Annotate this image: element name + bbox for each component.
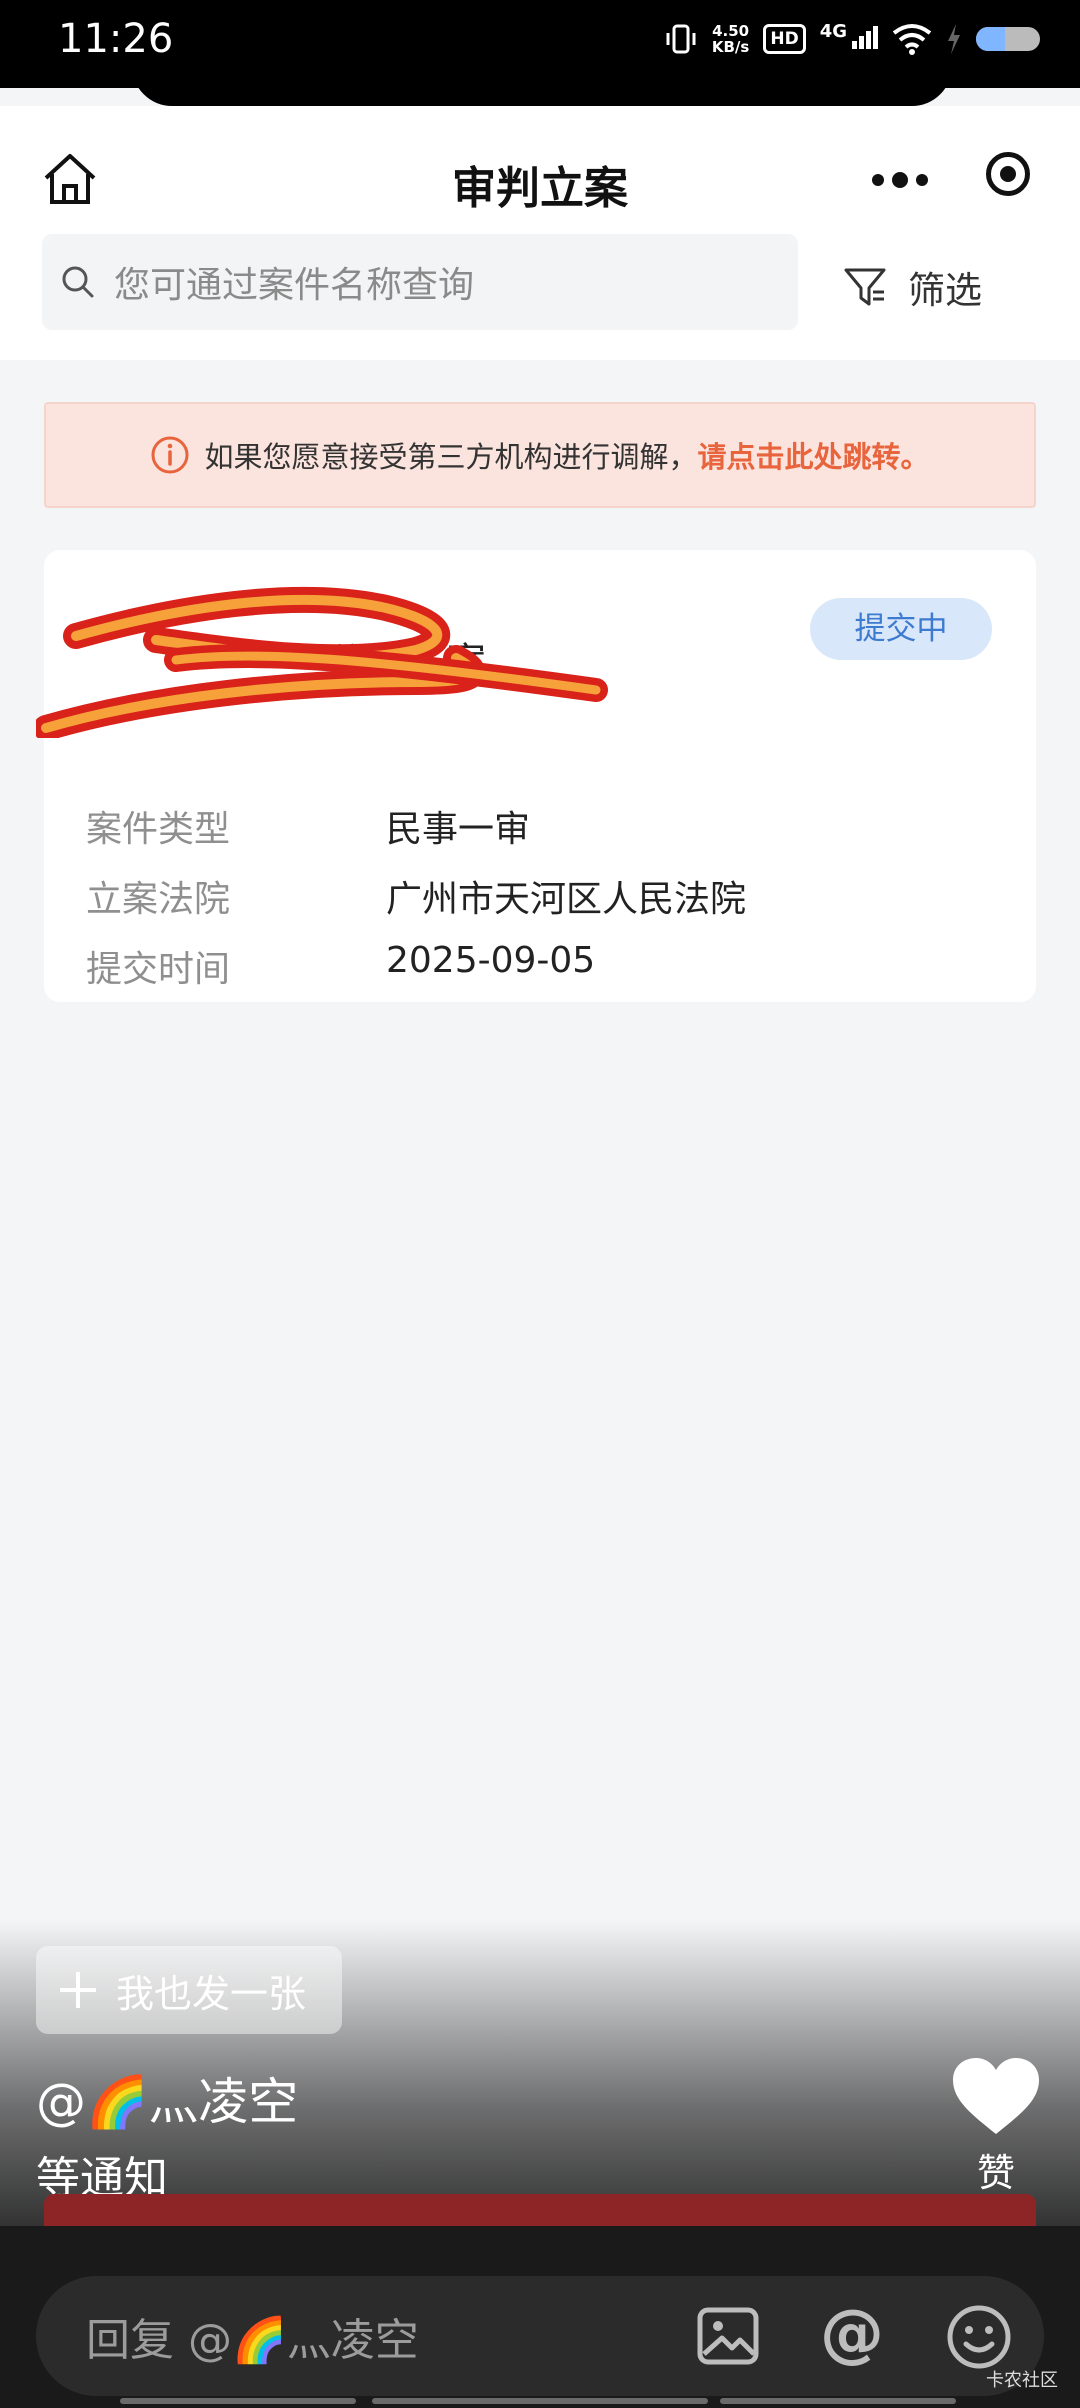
hd-icon: HD — [763, 24, 806, 54]
post-author[interactable]: @🌈灬凌空 — [36, 2062, 298, 2134]
notice-link[interactable]: 请点击此处跳转。 — [698, 434, 930, 476]
nav-indicator — [720, 2398, 956, 2404]
watermark: 卡农社区 — [986, 2370, 1058, 2391]
network-speed: 4.50 KB/s — [712, 23, 749, 55]
image-icon[interactable] — [696, 2304, 760, 2368]
field-submit-time: 提交时间 2025-09-05 — [86, 940, 595, 992]
close-miniprogram-icon[interactable] — [986, 152, 1030, 196]
charging-icon — [948, 24, 960, 54]
vibrate-icon — [666, 24, 696, 54]
field-label: 立案法院 — [86, 879, 231, 920]
plus-icon — [58, 1970, 98, 2010]
reply-bar: 回复 @🌈灬凌空 @ — [0, 2226, 1080, 2408]
field-label: 案件类型 — [86, 809, 231, 850]
net-speed-unit: KB/s — [711, 38, 750, 56]
net-speed-value: 4.50 — [712, 22, 750, 40]
search-icon — [62, 266, 94, 298]
filter-button[interactable]: 筛选 — [842, 260, 982, 314]
search-input[interactable]: 您可通过案件名称查询 — [42, 234, 798, 330]
nav-indicator — [120, 2398, 356, 2404]
nav-indicator — [372, 2398, 708, 2404]
status-icons: 4.50 KB/s HD 4G — [664, 22, 1040, 56]
app-header: 审判立案 — [0, 106, 1080, 236]
battery-level — [976, 27, 1005, 51]
search-bar: 您可通过案件名称查询 筛选 — [0, 230, 1080, 360]
status-time: 11:26 — [58, 16, 174, 62]
info-icon — [151, 436, 189, 474]
mention-icon[interactable]: @ — [820, 2298, 884, 2370]
reply-placeholder: 回复 @🌈灬凌空 — [86, 2315, 419, 2366]
emoji-icon[interactable] — [946, 2304, 1012, 2370]
signal-bars — [850, 26, 878, 54]
search-placeholder: 您可通过案件名称查询 — [114, 265, 475, 306]
battery-icon — [976, 27, 1040, 51]
redaction-scribble — [36, 586, 608, 738]
notice-text: 如果您愿意接受第三方机构进行调解， — [204, 440, 698, 474]
field-court: 立案法院 广州市天河区人民法院 — [86, 870, 746, 922]
filter-label: 筛选 — [908, 269, 982, 312]
field-label: 提交时间 — [86, 949, 231, 990]
field-value: 民事一审 — [386, 809, 531, 850]
cellular-signal-icon: 4G — [819, 21, 878, 54]
camera-notch — [132, 60, 952, 106]
heart-icon — [953, 2058, 1039, 2134]
like-button[interactable]: 赞 — [948, 2056, 1044, 2197]
mediation-notice[interactable]: 如果您愿意接受第三方机构进行调解， 请点击此处跳转。 — [44, 402, 1036, 508]
status-badge: 提交中 — [810, 598, 992, 660]
case-card[interactable]: 广州某某有限公司一案 提交中 案件类型 民事一审 立案法院 广州市天河区人民法院… — [36, 550, 1036, 1002]
like-label: 赞 — [976, 2151, 1015, 2195]
post-button-label: 我也发一张 — [116, 1971, 307, 2016]
more-icon[interactable] — [872, 166, 928, 194]
post-too-button[interactable]: 我也发一张 — [36, 1946, 342, 2034]
field-case-type: 案件类型 民事一审 — [86, 800, 530, 852]
field-value: 2025-09-05 — [386, 940, 596, 981]
field-value: 广州市天河区人民法院 — [386, 879, 747, 920]
filter-icon — [844, 268, 886, 306]
reply-input[interactable]: 回复 @🌈灬凌空 @ — [36, 2276, 1044, 2396]
wifi-icon — [892, 24, 932, 55]
network-type: 4G — [819, 21, 847, 42]
